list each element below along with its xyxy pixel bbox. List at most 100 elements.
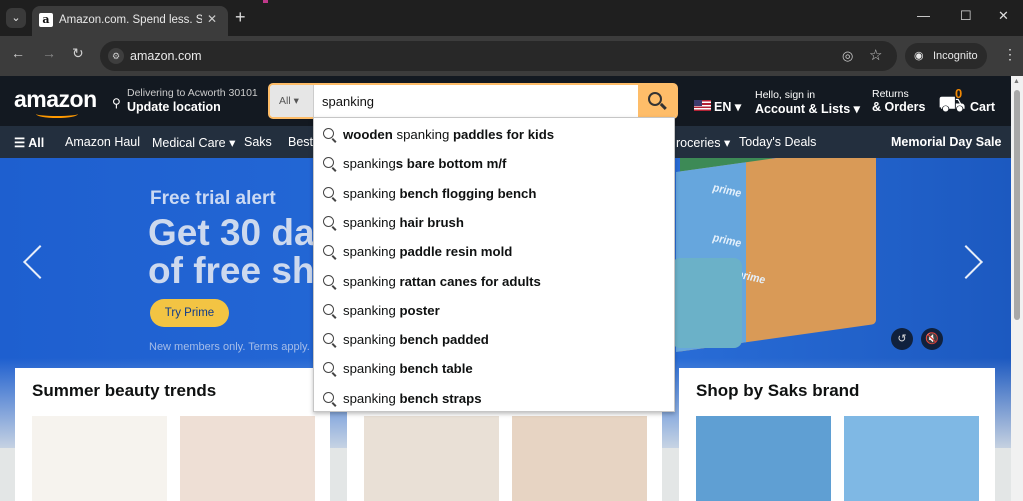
search-icon	[323, 186, 334, 198]
subnav-item-saks[interactable]: Saks	[244, 135, 272, 149]
cart-count: 0	[955, 86, 963, 101]
language-selector[interactable]: EN ▾	[694, 99, 741, 114]
location-pin-icon: ⚲	[112, 96, 121, 110]
card-image-1[interactable]	[32, 416, 167, 501]
suggestion-text: wooden spanking paddles for kids	[343, 127, 555, 142]
suggestion-text: spanking bench flogging bench	[343, 185, 537, 201]
suggestion-text: spankings bare bottom m/f	[343, 156, 507, 172]
search-icon	[323, 274, 334, 286]
card-image-4[interactable]	[512, 416, 647, 501]
bookmark-star-icon[interactable]: ☆	[869, 46, 882, 64]
incognito-label: Incognito	[933, 50, 978, 62]
subnav-item-todays-deals[interactable]: Today's Deals	[739, 135, 816, 149]
card-image-2[interactable]	[180, 416, 315, 501]
hero-eyebrow: Free trial alert	[150, 188, 276, 209]
subnav-item-best[interactable]: Best	[288, 135, 313, 149]
suggestion-item[interactable]: spanking hair brush	[314, 208, 674, 237]
returns-and-orders[interactable]: Returns & Orders	[872, 88, 926, 114]
search-input[interactable]: spanking	[322, 94, 374, 109]
minimize-button[interactable]: —	[917, 8, 930, 23]
amazon-favicon-icon: a	[39, 13, 53, 27]
search-category-label: All	[279, 95, 291, 107]
reload-button[interactable]: ↻	[72, 45, 84, 62]
account-and-lists[interactable]: Hello, sign in Account & Lists ▾	[755, 89, 860, 116]
search-suggestions: wooden spanking paddles for kids spanking…	[313, 117, 675, 412]
card-image-6[interactable]	[844, 416, 979, 501]
carousel-next-icon[interactable]	[964, 242, 984, 282]
card-summer-beauty[interactable]: Summer beauty trends	[15, 368, 330, 501]
signin-line1: Hello, sign in	[755, 89, 816, 101]
incognito-icon: ◉	[914, 50, 924, 62]
tracking-protection-icon[interactable]: ◎	[842, 48, 853, 64]
card-image-3[interactable]	[364, 416, 499, 501]
suggestion-text: spanking bench padded	[343, 332, 489, 348]
camera-image	[672, 258, 742, 348]
hero-headline-1: Get 30 da	[148, 212, 315, 253]
page-viewport: amazon ⚲ Delivering to Acworth 30101 Upd…	[0, 76, 1011, 501]
suggestion-item[interactable]: spanking bench table	[314, 354, 674, 383]
incognito-indicator[interactable]: ◉ Incognito	[905, 43, 987, 69]
browser-toolbar: ← → ↻ ⚙ amazon.com ◎ ☆ ◉ Incognito ⋮	[0, 36, 1023, 76]
search-icon	[323, 215, 334, 227]
signin-line2: Account & Lists ▾	[755, 102, 860, 116]
suggestion-item[interactable]: spankings bare bottom m/f	[314, 149, 674, 178]
maximize-button[interactable]: ☐	[960, 8, 972, 24]
carousel-mute-icon[interactable]: 🔇	[921, 328, 943, 350]
deliver-line2: Update location	[127, 100, 221, 114]
scrollbar-thumb[interactable]	[1014, 90, 1020, 320]
page-scrollbar[interactable]: ▲	[1011, 76, 1023, 501]
suggestion-item[interactable]: spanking poster	[314, 296, 674, 325]
cart-label: Cart	[970, 100, 996, 114]
search-icon	[323, 333, 334, 345]
tabstrip-accent	[263, 0, 268, 3]
subnav-item-groceries[interactable]: roceries ▾	[676, 135, 730, 150]
browser-tabstrip: ⌄ a Amazon.com. Spend less. Smile more. …	[0, 0, 1023, 36]
suggestion-item[interactable]: spanking bench padded	[314, 325, 674, 354]
search-category-dropdown[interactable]: All ▾	[270, 85, 314, 117]
suggestion-item[interactable]: wooden spanking paddles for kids	[314, 120, 674, 149]
search-bar: All ▾ spanking	[268, 83, 678, 119]
suggestion-text: spanking bench straps	[343, 390, 482, 406]
card-image-5[interactable]	[696, 416, 831, 501]
scroll-up-icon[interactable]: ▲	[1013, 78, 1020, 85]
suggestion-item[interactable]: spanking paddle resin mold	[314, 237, 674, 266]
forward-button[interactable]: →	[42, 45, 56, 61]
all-menu-button[interactable]: ☰ All	[14, 135, 44, 150]
tab-title: Amazon.com. Spend less. Smile more.	[59, 14, 202, 26]
subnav-item-amazon-haul[interactable]: Amazon Haul	[65, 135, 140, 149]
site-info-icon[interactable]: ⚙	[108, 48, 124, 64]
new-tab-button[interactable]: +	[235, 7, 246, 27]
carousel-prev-icon[interactable]	[22, 242, 42, 282]
back-button[interactable]: ←	[11, 45, 25, 61]
card-title: Shop by Saks brand	[696, 381, 860, 400]
returns-line2: & Orders	[872, 100, 926, 114]
suggestion-text: spanking hair brush	[343, 214, 464, 230]
cart-button[interactable]: ⛟ 0 Cart	[938, 86, 998, 118]
try-prime-button[interactable]: Try Prime	[150, 299, 229, 327]
tab-search-button[interactable]: ⌄	[6, 8, 26, 28]
search-submit-button[interactable]	[638, 85, 676, 117]
hero-headline-2: of free sh	[148, 250, 315, 291]
address-bar[interactable]: ⚙ amazon.com ◎ ☆	[100, 41, 897, 71]
subnav-promo[interactable]: Memorial Day Sale	[891, 135, 1001, 149]
search-icon	[323, 303, 334, 315]
suggestion-text: spanking paddle resin mold	[343, 244, 513, 260]
window-close-button[interactable]: ✕	[998, 8, 1009, 24]
subnav-item-medical-care[interactable]: Medical Care ▾	[152, 135, 235, 150]
suggestion-text: spanking bench table	[343, 361, 473, 377]
card-title: Summer beauty trends	[32, 381, 217, 400]
search-icon	[323, 391, 334, 403]
tab-close-icon[interactable]: ✕	[207, 12, 217, 26]
amazon-logo[interactable]: amazon	[14, 86, 97, 113]
suggestion-item[interactable]: spanking bench straps	[314, 384, 674, 413]
browser-menu-icon[interactable]: ⋮	[1003, 46, 1017, 63]
suggestion-item[interactable]: spanking rattan canes for adults	[314, 267, 674, 296]
search-icon	[323, 157, 334, 169]
carousel-replay-icon[interactable]: ↺	[891, 328, 913, 350]
card-saks-brand[interactable]: Shop by Saks brand	[679, 368, 995, 501]
browser-tab-amazon[interactable]: a Amazon.com. Spend less. Smile more. ✕	[32, 6, 228, 36]
suggestion-item[interactable]: spanking bench flogging bench	[314, 179, 674, 208]
suggestion-text: spanking poster	[343, 302, 440, 318]
deliver-line1: Delivering to Acworth 30101	[127, 87, 258, 99]
url-text[interactable]: amazon.com	[130, 49, 202, 63]
